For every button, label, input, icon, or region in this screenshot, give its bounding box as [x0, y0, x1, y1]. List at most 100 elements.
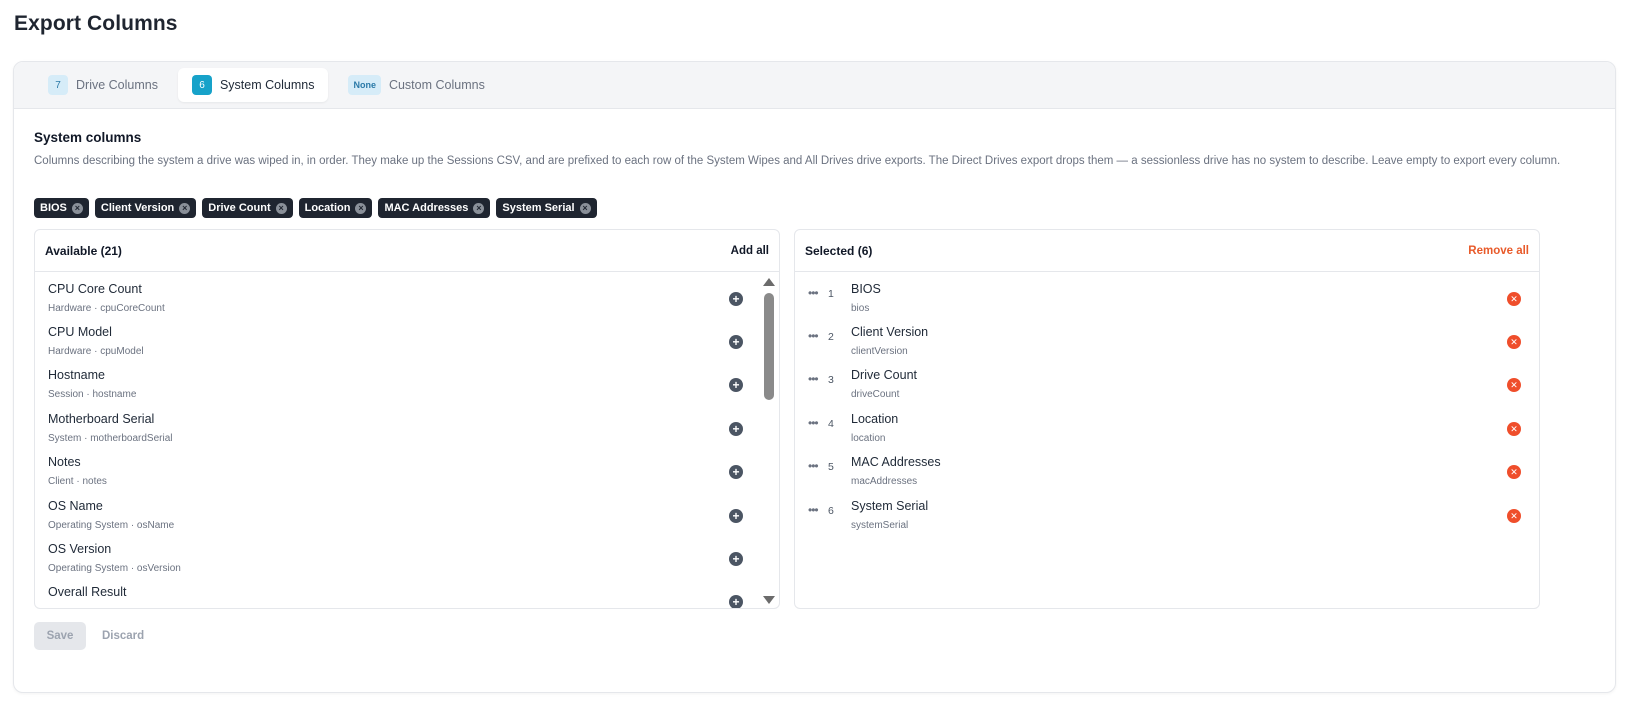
scroll-up-icon[interactable] [763, 278, 775, 286]
list-item: Hostname Session · hostname + [35, 358, 779, 401]
column-name: BIOS [851, 282, 881, 296]
column-name: Motherboard Serial [48, 412, 155, 426]
list-item: OS Version Operating System · osVersion … [35, 532, 779, 575]
list-item: Motherboard Serial System · motherboardS… [35, 402, 779, 445]
list-item[interactable]: ••• 6 System Serial systemSerial ✕ [795, 489, 1539, 532]
section-description: Columns describing the system a drive wa… [34, 155, 1561, 167]
plus-circle-icon[interactable]: + [729, 292, 743, 306]
x-icon[interactable]: × [473, 202, 485, 214]
x-icon[interactable]: × [71, 202, 83, 214]
selected-panel: Selected (6) Remove all ••• 1 BIOS bios … [794, 229, 1540, 609]
chip: MAC Addresses × [378, 198, 491, 218]
plus-circle-icon[interactable]: + [729, 335, 743, 349]
column-meta: Client · notes [48, 476, 107, 487]
column-meta: clientVersion [851, 346, 908, 357]
x-circle-icon[interactable]: ✕ [1507, 335, 1521, 349]
column-name: System Serial [851, 499, 929, 513]
x-icon[interactable]: × [355, 202, 367, 214]
x-circle-icon[interactable]: ✕ [1507, 465, 1521, 479]
drag-handle-icon[interactable]: ••• [808, 372, 819, 386]
scroll-down-icon[interactable] [763, 596, 775, 604]
available-panel-header: Available (21) Add all [35, 230, 779, 272]
column-meta: location [851, 433, 886, 444]
list-item: CPU Core Count Hardware · cpuCoreCount + [35, 272, 779, 315]
column-name: MAC Addresses [851, 455, 941, 469]
chip-label: Drive Count [208, 202, 271, 214]
chip-label: Client Version [100, 202, 175, 214]
drag-handle-icon[interactable]: ••• [808, 416, 819, 430]
column-name: Hostname [48, 368, 105, 382]
discard-button[interactable]: Discard [102, 630, 144, 642]
drag-handle-icon[interactable]: ••• [808, 459, 819, 473]
column-meta: macAddresses [851, 476, 918, 487]
chip: Drive Count × [202, 198, 293, 218]
tab-count-badge: 7 [48, 75, 68, 95]
list-item[interactable]: ••• 1 BIOS bios ✕ [795, 272, 1539, 315]
remove-all-button[interactable]: Remove all [1468, 245, 1529, 257]
x-icon[interactable]: × [275, 202, 287, 214]
column-name: Overall Result [48, 585, 127, 599]
add-all-button[interactable]: Add all [731, 245, 769, 257]
chip-label: MAC Addresses [384, 202, 469, 214]
list-item[interactable]: ••• 5 MAC Addresses macAddresses ✕ [795, 445, 1539, 488]
column-name: Client Version [851, 325, 929, 339]
drag-handle-icon[interactable]: ••• [808, 329, 819, 343]
column-meta: Session · hostname [48, 389, 137, 400]
scroll-thumb[interactable] [764, 293, 774, 400]
chip: BIOS × [34, 198, 89, 218]
section-title: System columns [34, 130, 142, 145]
column-meta: Operating System · osVersion [48, 563, 181, 574]
plus-circle-icon[interactable]: + [729, 378, 743, 392]
x-icon[interactable]: × [179, 202, 191, 214]
selected-chips: BIOS × Client Version × Drive Count × Locat… [34, 198, 597, 218]
page-title: Export Columns [14, 12, 178, 35]
drag-handle-icon[interactable]: ••• [808, 503, 819, 517]
x-circle-icon[interactable]: ✕ [1507, 509, 1521, 523]
column-name: OS Version [48, 542, 112, 556]
column-meta: Hardware · cpuCoreCount [48, 303, 165, 314]
column-meta: systemSerial [851, 520, 909, 531]
column-name: Drive Count [851, 368, 917, 382]
scrollbar[interactable] [763, 278, 775, 604]
x-circle-icon[interactable]: ✕ [1507, 422, 1521, 436]
x-circle-icon[interactable]: ✕ [1507, 378, 1521, 392]
save-button[interactable]: Save [34, 622, 86, 650]
chip: Location × [298, 198, 373, 218]
list-item[interactable]: ••• 3 Drive Count driveCount ✕ [795, 358, 1539, 401]
list-item[interactable]: ••• 4 Location location ✕ [795, 402, 1539, 445]
available-title: Available (21) [45, 243, 122, 258]
tab-drive-columns[interactable]: 7 Drive Columns [34, 68, 172, 102]
column-index: 4 [828, 418, 834, 430]
tab-count-badge: 6 [191, 75, 212, 95]
tab-system-columns[interactable]: 6 System Columns [177, 68, 329, 102]
selected-list: ••• 1 BIOS bios ✕ ••• 2 Client Version c… [795, 272, 1539, 608]
drag-handle-icon[interactable]: ••• [808, 286, 819, 300]
list-item: Notes Client · notes + [35, 445, 779, 488]
plus-circle-icon[interactable]: + [729, 422, 743, 436]
column-index: 1 [828, 288, 834, 300]
column-name: CPU Core Count [48, 282, 142, 296]
chip-label: BIOS [40, 202, 67, 214]
available-list[interactable]: CPU Core Count Hardware · cpuCoreCount +… [35, 272, 779, 608]
list-item: CPU Model Hardware · cpuModel + [35, 315, 779, 358]
plus-circle-icon[interactable]: + [729, 465, 743, 479]
column-meta: System · motherboardSerial [48, 433, 173, 444]
x-circle-icon[interactable]: ✕ [1507, 292, 1521, 306]
form-footer: Save Discard [34, 622, 144, 650]
plus-circle-icon[interactable]: + [729, 509, 743, 523]
column-name: Notes [48, 455, 81, 469]
list-item[interactable]: ••• 2 Client Version clientVersion ✕ [795, 315, 1539, 358]
column-index: 3 [828, 374, 834, 386]
list-item: OS Name Operating System · osName + [35, 489, 779, 532]
column-meta: bios [851, 303, 870, 314]
tab-bar: 7 Drive Columns 6 System Columns None Cu… [14, 62, 1615, 109]
section-header: System columns Columns describing the sy… [34, 130, 1599, 171]
plus-circle-icon[interactable]: + [729, 595, 743, 608]
tab-label: Drive Columns [76, 78, 158, 92]
x-icon[interactable]: × [579, 202, 591, 214]
column-name: Location [851, 412, 899, 426]
tab-custom-columns[interactable]: None Custom Columns [334, 68, 498, 102]
column-name: CPU Model [48, 325, 112, 339]
selected-title: Selected (6) [805, 243, 873, 258]
plus-circle-icon[interactable]: + [729, 552, 743, 566]
